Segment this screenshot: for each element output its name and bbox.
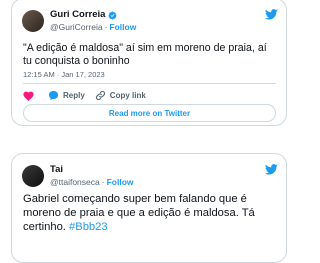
copy-link-label: Copy link [109, 91, 146, 100]
follow-button[interactable]: Follow [109, 22, 136, 32]
tweet-actions: Reply Copy link [23, 90, 156, 101]
tweet-card: Guri Correia @GuriCorreia · Follow "A ediç… [11, 0, 287, 126]
copy-link-button[interactable]: Copy link [95, 90, 146, 101]
reply-button[interactable]: Reply [48, 90, 85, 101]
reply-icon [48, 90, 59, 101]
author-info: Tai @ttaifonseca · Follow [50, 164, 134, 188]
twitter-bird-icon[interactable] [265, 164, 278, 175]
tweet-timestamp[interactable]: 12:15 AM · Jan 17, 2023 [23, 70, 105, 79]
author-name-row[interactable]: Guri Correia [50, 9, 136, 21]
author-handle[interactable]: @GuriCorreia [50, 22, 103, 32]
handle-row: @ttaifonseca · Follow [50, 176, 134, 188]
like-button[interactable] [23, 91, 38, 101]
tweet-text: Gabriel começando super bem falando que … [23, 192, 276, 234]
avatar[interactable] [22, 10, 44, 32]
follow-button[interactable]: Follow [107, 177, 134, 187]
author-name-row[interactable]: Tai [50, 164, 134, 176]
link-icon [95, 90, 105, 101]
tweet-text: "A edição é maldosa" aí sim em moreno de… [23, 42, 267, 67]
avatar[interactable] [22, 165, 44, 187]
handle-row: @GuriCorreia · Follow [50, 21, 136, 33]
author-info: Guri Correia @GuriCorreia · Follow [50, 9, 136, 33]
tweet-header: Guri Correia @GuriCorreia · Follow [22, 9, 136, 33]
tweet-text-content: Gabriel começando super bem falando que … [23, 193, 255, 233]
author-handle[interactable]: @ttaifonseca [50, 177, 100, 187]
verified-badge-icon [109, 11, 117, 19]
tweet-header: Tai @ttaifonseca · Follow [22, 164, 134, 188]
separator-dot: · [104, 22, 108, 32]
twitter-bird-icon[interactable] [265, 9, 278, 20]
tweet-card: Tai @ttaifonseca · Follow Gabriel começand… [11, 153, 287, 263]
hashtag-link[interactable]: #Bbb23 [69, 221, 108, 233]
read-more-button[interactable]: Read more on Twitter [23, 104, 276, 122]
author-display-name[interactable]: Tai [50, 164, 63, 176]
divider [23, 83, 276, 84]
reply-label: Reply [63, 91, 85, 100]
heart-icon [23, 91, 34, 101]
author-display-name[interactable]: Guri Correia [50, 9, 105, 21]
separator-dot: · [101, 177, 105, 187]
